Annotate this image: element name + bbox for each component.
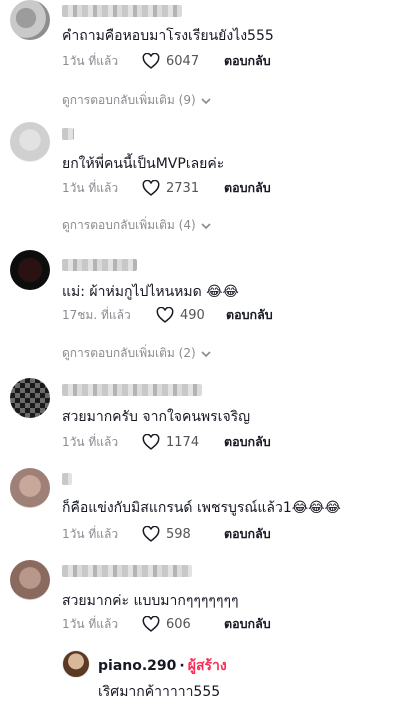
avatar[interactable] — [10, 250, 50, 290]
reply-button[interactable]: ตอบกลับ — [224, 178, 271, 198]
reply-button[interactable]: ตอบกลับ — [224, 51, 271, 71]
comment-text: ยกให้พี่คนนี้เป็นMVPเลยค่ะ — [62, 156, 225, 172]
like-button[interactable]: 6047 — [142, 53, 224, 69]
creator-reply-text: เริศมากค้าาาาา555 — [98, 684, 221, 700]
heart-icon — [142, 526, 160, 542]
creator-username[interactable]: piano.290 — [98, 658, 176, 674]
comment-time: 17ชม. ที่แล้ว — [62, 307, 131, 322]
like-count: 606 — [166, 616, 191, 632]
comment-text: ก็คือแข่งกับมิสแกรนด์ เพชรบูรณ์แล้ว1😂😂😂 — [62, 500, 341, 516]
heart-icon — [156, 307, 174, 323]
username-blurred[interactable] — [62, 473, 72, 485]
like-button[interactable]: 2731 — [142, 180, 224, 196]
heart-icon — [142, 180, 160, 196]
comment-text: คำถามคือหอบมาโรงเรียนยังไง555 — [62, 28, 274, 44]
comment-time: 1วัน ที่แล้ว — [62, 180, 119, 195]
creator-avatar[interactable] — [62, 650, 90, 678]
comment-text: แม่: ผ้าห่มกูไปไหนหมด 😂😂 — [62, 284, 239, 300]
comment-text: สวยมากค่ะ แบบมากๆๆๆๆๆๆๆ — [62, 593, 239, 609]
comment-meta: 1วัน ที่แล้ว 6047 ตอบกลับ — [62, 50, 271, 72]
comment-time: 1วัน ที่แล้ว — [62, 526, 119, 541]
comment-time: 1วัน ที่แล้ว — [62, 53, 119, 68]
avatar[interactable] — [10, 0, 50, 40]
reply-button[interactable]: ตอบกลับ — [224, 614, 271, 634]
username-blurred[interactable] — [62, 5, 182, 17]
like-count: 6047 — [166, 53, 200, 69]
comment-meta: 1วัน ที่แล้ว 598 ตอบกลับ — [62, 523, 271, 545]
view-more-replies[interactable]: ดูการตอบกลับเพิ่มเติม (4) — [62, 216, 212, 235]
avatar[interactable] — [10, 122, 50, 162]
comment-meta: 1วัน ที่แล้ว 2731 ตอบกลับ — [62, 177, 271, 199]
avatar[interactable] — [10, 468, 50, 508]
like-button[interactable]: 1174 — [142, 434, 224, 450]
avatar[interactable] — [10, 560, 50, 600]
comment-time: 1วัน ที่แล้ว — [62, 434, 119, 449]
view-more-label: ดูการตอบกลับเพิ่มเติม (9) — [62, 93, 196, 107]
username-blurred[interactable] — [62, 128, 74, 140]
view-more-replies[interactable]: ดูการตอบกลับเพิ่มเติม (9) — [62, 91, 212, 110]
heart-icon — [142, 616, 160, 632]
avatar[interactable] — [10, 378, 50, 418]
heart-icon — [142, 434, 160, 450]
username-blurred[interactable] — [62, 565, 192, 577]
chevron-down-icon — [201, 97, 211, 104]
like-count: 2731 — [166, 180, 200, 196]
username-blurred[interactable] — [62, 259, 137, 271]
chevron-down-icon — [201, 222, 211, 229]
comment-meta: 17ชม. ที่แล้ว 490 ตอบกลับ — [62, 304, 273, 326]
like-button[interactable]: 598 — [142, 526, 224, 542]
comment-meta: 1วัน ที่แล้ว 606 ตอบกลับ — [62, 613, 271, 635]
creator-header: piano.290 · ผู้สร้าง — [98, 655, 227, 677]
username-blurred[interactable] — [62, 384, 202, 396]
like-button[interactable]: 606 — [142, 616, 224, 632]
separator-dot: · — [179, 658, 185, 674]
view-more-label: ดูการตอบกลับเพิ่มเติม (4) — [62, 218, 196, 232]
like-count: 490 — [180, 307, 205, 323]
comment-meta: 1วัน ที่แล้ว 1174 ตอบกลับ — [62, 431, 271, 453]
reply-button[interactable]: ตอบกลับ — [224, 524, 271, 544]
reply-button[interactable]: ตอบกลับ — [224, 432, 271, 452]
comment-time: 1วัน ที่แล้ว — [62, 616, 119, 631]
like-button[interactable]: 490 — [156, 307, 226, 323]
like-count: 1174 — [166, 434, 200, 450]
reply-button[interactable]: ตอบกลับ — [226, 305, 273, 325]
like-count: 598 — [166, 526, 191, 542]
chevron-down-icon — [201, 350, 211, 357]
comment-text: สวยมากครับ จากใจคนพรเจริญ — [62, 409, 251, 425]
view-more-replies[interactable]: ดูการตอบกลับเพิ่มเติม (2) — [62, 344, 212, 363]
heart-icon — [142, 53, 160, 69]
view-more-label: ดูการตอบกลับเพิ่มเติม (2) — [62, 346, 196, 360]
creator-badge: ผู้สร้าง — [187, 658, 227, 674]
